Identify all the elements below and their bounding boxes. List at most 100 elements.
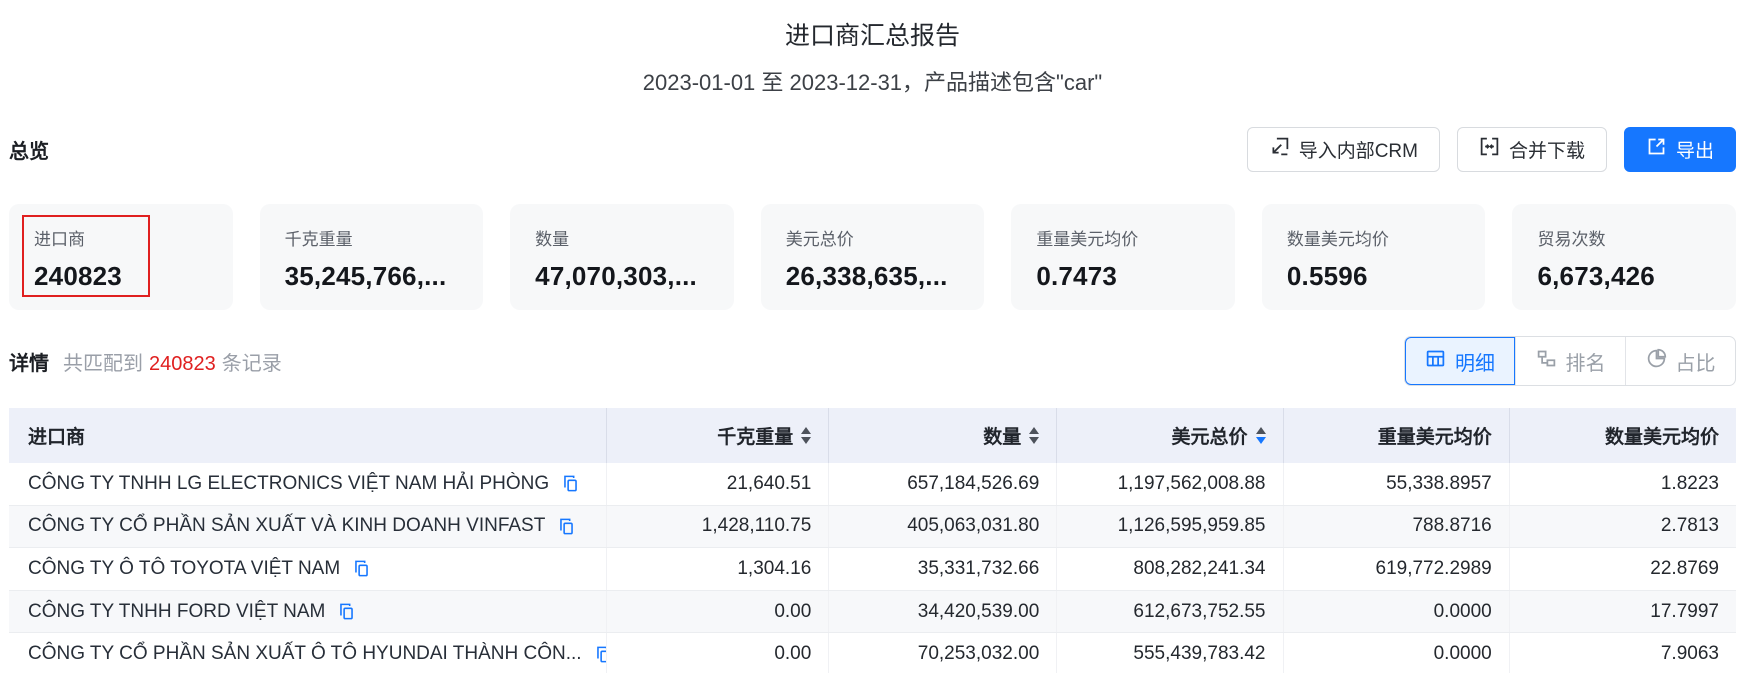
summary-card: 数量 47,070,303,... xyxy=(510,204,734,310)
copy-icon[interactable] xyxy=(337,602,356,621)
card-value: 0.7473 xyxy=(1036,261,1118,291)
export-button[interactable]: 导出 xyxy=(1623,127,1736,172)
usd-total-cell: 612,673,752.55 xyxy=(1057,590,1284,633)
usd-total-cell: 1,126,595,959.85 xyxy=(1057,505,1284,548)
importer-name[interactable]: CÔNG TY CỔ PHẦN SẢN XUẤT Ô TÔ HYUNDAI TH… xyxy=(28,643,582,665)
importer-name-cell: CÔNG TY TNHH LG ELECTRONICS VIỆT NAM HẢI… xyxy=(9,463,607,505)
overview-heading: 总览 xyxy=(9,141,49,163)
match-prefix: 共匹配到 xyxy=(63,352,143,375)
tab-proportion[interactable]: 占比 xyxy=(1625,337,1735,385)
table-row[interactable]: CÔNG TY TNHH FORD VIỆT NAM 0.00 34,420,5… xyxy=(9,590,1736,634)
usd-per-kg-cell: 0.0000 xyxy=(1284,633,1510,673)
column-header-kg-weight[interactable]: 千克重量 xyxy=(607,408,830,463)
usd-per-kg-cell: 0.0000 xyxy=(1284,590,1510,633)
quantity-cell: 405,063,031.80 xyxy=(829,505,1058,548)
kg-weight-cell: 21,640.51 xyxy=(607,463,830,505)
quantity-cell: 34,420,539.00 xyxy=(829,590,1058,633)
import-crm-button[interactable]: 导入内部CRM xyxy=(1246,127,1440,172)
importer-name-cell: CÔNG TY TNHH FORD VIỆT NAM xyxy=(9,590,607,633)
importer-name-cell: CÔNG TY Ô TÔ TOYOTA VIỆT NAM xyxy=(9,548,607,590)
table-row[interactable]: CÔNG TY TNHH LG ELECTRONICS VIỆT NAM HẢI… xyxy=(9,463,1736,506)
rank-icon xyxy=(1536,348,1557,375)
column-header-quantity[interactable]: 数量 xyxy=(829,408,1058,463)
card-value: 6,673,426 xyxy=(1537,261,1655,291)
tab-detail-label: 明细 xyxy=(1455,352,1495,375)
card-label: 进口商 xyxy=(34,230,85,249)
summary-card: 进口商 240823 xyxy=(9,204,233,310)
importer-name[interactable]: CÔNG TY CỔ PHẦN SẢN XUẤT VÀ KINH DOANH V… xyxy=(28,515,545,537)
report-subtitle: 2023-01-01 至 2023-12-31，产品描述包含"car" xyxy=(642,70,1103,95)
importer-name[interactable]: CÔNG TY TNHH LG ELECTRONICS VIỆT NAM HẢI… xyxy=(28,473,549,495)
importer-name[interactable]: CÔNG TY Ô TÔ TOYOTA VIỆT NAM xyxy=(28,558,340,580)
usd-per-kg-cell: 788.8716 xyxy=(1284,505,1510,548)
importer-name-cell: CÔNG TY CỔ PHẦN SẢN XUẤT Ô TÔ HYUNDAI TH… xyxy=(9,633,607,673)
merge-icon xyxy=(1479,136,1500,163)
detail-bar: 详情 共匹配到 240823 条记录 明细 排名 占比 xyxy=(0,336,1745,386)
usd-per-qty-cell: 17.7997 xyxy=(1650,600,1719,622)
sort-icon[interactable] xyxy=(1029,427,1040,444)
importer-name[interactable]: CÔNG TY TNHH FORD VIỆT NAM xyxy=(28,601,325,623)
card-label: 数量 xyxy=(535,230,570,249)
quantity-cell: 70,253,032.00 xyxy=(829,633,1058,673)
sort-icon[interactable] xyxy=(801,427,812,444)
usd-per-kg-cell: 55,338.8957 xyxy=(1284,463,1510,505)
card-label: 千克重量 xyxy=(284,230,353,249)
kg-weight-cell: 0.00 xyxy=(607,590,830,633)
summary-card: 美元总价 26,338,635,... xyxy=(760,204,985,310)
copy-icon[interactable] xyxy=(557,517,576,536)
pie-icon xyxy=(1646,348,1667,375)
copy-icon[interactable] xyxy=(594,645,606,664)
detail-heading: 详情 xyxy=(9,352,49,375)
card-value: 47,070,303,... xyxy=(535,261,697,291)
importers-table: 进口商 千克重量 数量 美元总价 重量美元均价 数量美元均价 CÔNG TY T… xyxy=(9,408,1736,673)
usd-per-qty-cell: 1.8223 xyxy=(1660,472,1719,494)
export-label: 导出 xyxy=(1675,141,1714,162)
sort-icon-active-desc[interactable] xyxy=(1255,427,1266,444)
table-header-row: 进口商 千克重量 数量 美元总价 重量美元均价 数量美元均价 xyxy=(9,408,1736,463)
view-tabs: 明细 排名 占比 xyxy=(1404,336,1736,386)
page-title: 进口商汇总报告 xyxy=(784,22,960,50)
usd-per-qty-cell: 2.7813 xyxy=(1660,515,1719,537)
column-header-usd-per-kg: 重量美元均价 xyxy=(1284,408,1510,463)
card-value: 26,338,635,... xyxy=(785,261,948,291)
overview-bar: 总览 导入内部CRM 合并下载 导出 xyxy=(0,127,1745,172)
table-icon xyxy=(1425,348,1446,375)
import-crm-label: 导入内部CRM xyxy=(1298,141,1418,162)
column-header-usd-per-qty: 数量美元均价 xyxy=(1604,427,1719,448)
summary-card: 千克重量 35,245,766,... xyxy=(259,204,484,310)
table-row[interactable]: CÔNG TY CỔ PHẦN SẢN XUẤT VÀ KINH DOANH V… xyxy=(9,505,1736,549)
copy-icon[interactable] xyxy=(352,559,371,578)
usd-per-kg-cell: 619,772.2989 xyxy=(1284,548,1510,590)
merge-download-label: 合并下载 xyxy=(1508,141,1585,162)
importer-name-cell: CÔNG TY CỔ PHẦN SẢN XUẤT VÀ KINH DOANH V… xyxy=(9,505,607,548)
card-label: 美元总价 xyxy=(785,230,854,249)
table-row[interactable]: CÔNG TY CỔ PHẦN SẢN XUẤT Ô TÔ HYUNDAI TH… xyxy=(9,633,1736,673)
tab-ranking-label: 排名 xyxy=(1565,352,1606,375)
usd-per-qty-cell: 7.9063 xyxy=(1660,643,1719,665)
column-header-importer: 进口商 xyxy=(9,408,607,463)
tab-detail[interactable]: 明细 xyxy=(1405,337,1515,385)
kg-weight-cell: 0.00 xyxy=(607,633,830,673)
quantity-cell: 657,184,526.69 xyxy=(829,463,1058,505)
card-value: 240823 xyxy=(34,261,122,291)
card-value: 35,245,766,... xyxy=(284,261,447,291)
kg-weight-cell: 1,304.16 xyxy=(607,548,830,590)
column-header-usd-total[interactable]: 美元总价 xyxy=(1057,408,1284,463)
card-label: 重量美元均价 xyxy=(1036,230,1139,249)
tab-ranking[interactable]: 排名 xyxy=(1515,337,1625,385)
summary-card: 重量美元均价 0.7473 xyxy=(1011,204,1235,310)
match-summary: 共匹配到 240823 条记录 xyxy=(63,347,282,376)
card-label: 数量美元均价 xyxy=(1286,230,1389,249)
usd-per-qty-cell: 22.8769 xyxy=(1650,557,1719,579)
kg-weight-cell: 1,428,110.75 xyxy=(607,505,830,548)
copy-icon[interactable] xyxy=(561,474,580,493)
merge-download-button[interactable]: 合并下载 xyxy=(1456,127,1607,172)
overview-actions: 导入内部CRM 合并下载 导出 xyxy=(1246,127,1736,172)
table-row[interactable]: CÔNG TY Ô TÔ TOYOTA VIỆT NAM 1,304.16 35… xyxy=(9,548,1736,591)
summary-cards: 进口商 240823 千克重量 35,245,766,... 数量 47,070… xyxy=(0,204,1745,310)
match-suffix: 条记录 xyxy=(221,352,282,375)
match-count: 240823 xyxy=(149,352,216,375)
importer-summary-report-page: 进口商汇总报告 2023-01-01 至 2023-12-31，产品描述包含"c… xyxy=(0,0,1745,673)
quantity-cell: 35,331,732.66 xyxy=(829,548,1058,590)
summary-card: 数量美元均价 0.5596 xyxy=(1261,204,1486,310)
